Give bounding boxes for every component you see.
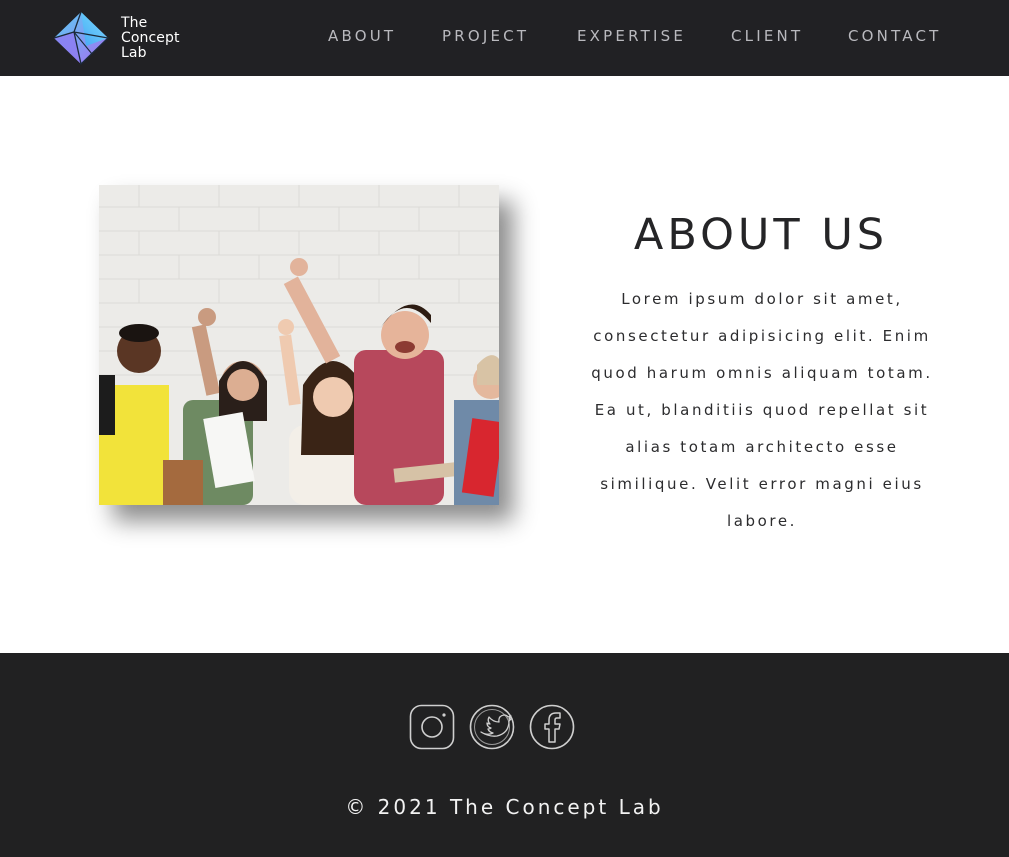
group-photo-image bbox=[99, 185, 499, 505]
site-header: The Concept Lab ABOUT PROJECT EXPERTISE … bbox=[0, 0, 1009, 76]
main-nav: ABOUT PROJECT EXPERTISE CLIENT CONTACT bbox=[0, 0, 1009, 76]
instagram-icon bbox=[409, 704, 455, 750]
nav-project[interactable]: PROJECT bbox=[442, 27, 529, 45]
nav-about[interactable]: ABOUT bbox=[328, 27, 396, 45]
copyright-text: © 2021 The Concept Lab bbox=[345, 795, 664, 819]
nav-contact[interactable]: CONTACT bbox=[848, 27, 942, 45]
about-body-text: Lorem ipsum dolor sit amet, consectetur … bbox=[591, 290, 933, 530]
about-title: ABOUT US bbox=[633, 210, 889, 260]
facebook-icon bbox=[529, 704, 575, 750]
social-links bbox=[0, 704, 1009, 752]
twitter-link[interactable] bbox=[469, 704, 515, 750]
group-photo-illustration bbox=[99, 185, 499, 505]
facebook-link[interactable] bbox=[529, 704, 575, 750]
instagram-link[interactable] bbox=[409, 704, 455, 750]
about-section: ABOUT US Lorem ipsum dolor sit amet, con… bbox=[0, 76, 1009, 653]
site-footer: © 2021 The Concept Lab bbox=[0, 653, 1009, 857]
nav-client[interactable]: CLIENT bbox=[731, 27, 803, 45]
twitter-icon bbox=[469, 704, 515, 750]
nav-expertise[interactable]: EXPERTISE bbox=[577, 27, 686, 45]
